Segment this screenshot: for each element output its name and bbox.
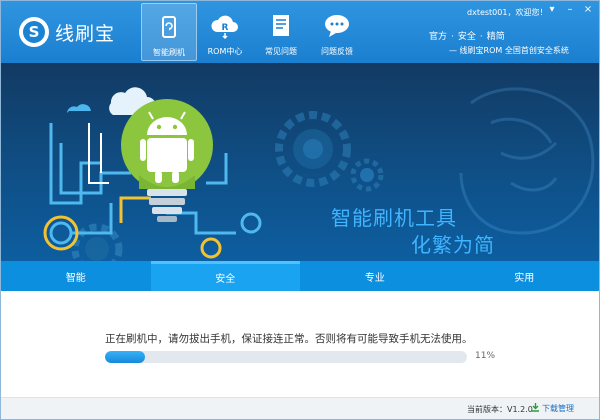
document-icon	[266, 11, 296, 41]
nav-label: 常见问题	[265, 47, 297, 56]
tab-practical[interactable]: 实用	[450, 261, 600, 291]
tab-safe[interactable]: 安全	[150, 261, 300, 291]
nav-label: 问题反馈	[321, 47, 353, 56]
menu-icon[interactable]: ▾	[547, 5, 557, 15]
close-icon[interactable]: ×	[583, 5, 593, 15]
user-greeting[interactable]: dxtest001，欢迎您！	[467, 7, 547, 18]
progress-fill	[105, 351, 145, 363]
download-label: 下载管理	[542, 404, 574, 413]
nav-item-feedback[interactable]: 问题反馈	[309, 3, 365, 61]
app-window: S 线刷宝 智能刷机 R ROM中心 常见问题 问题反馈 dxtest001，欢…	[0, 0, 600, 420]
banner-illustration	[43, 87, 595, 261]
banner-title-line2: 化繁为简	[411, 233, 495, 257]
app-name: 线刷宝	[55, 23, 116, 45]
window-controls: ▾ – ×	[547, 5, 593, 15]
nav-item-rom-center[interactable]: R ROM中心	[197, 3, 253, 61]
banner-title-line1: 智能刷机工具	[331, 206, 457, 230]
svg-text:R: R	[222, 23, 229, 33]
separator-dot: ·	[479, 32, 483, 42]
link-safe[interactable]: 安全	[458, 32, 476, 42]
nav-label: ROM中心	[207, 47, 243, 56]
flash-status-text: 正在刷机中，请勿拔出手机，保证接连正常。否则将有可能导致手机无法使用。	[105, 333, 473, 345]
title-bar: S 线刷宝 智能刷机 R ROM中心 常见问题 问题反馈 dxtest001，欢…	[1, 1, 599, 63]
app-logo-icon: S	[19, 17, 49, 47]
feature-tabs: 智能 安全 专业 实用	[1, 261, 599, 291]
brain-circuit-icon	[459, 87, 595, 235]
slogan: — 线刷宝ROM 全国首创安全系统	[449, 46, 569, 55]
status-bar: 当前版本：V1.2.0 下载管理	[1, 397, 599, 419]
circuit-lines-yellow	[43, 196, 222, 259]
progress-bar	[105, 351, 467, 363]
hero-banner: 智能刷机工具 化繁为简	[1, 63, 599, 261]
nav-item-smart-flash[interactable]: 智能刷机	[141, 3, 197, 61]
cloud-rom-icon: R	[210, 11, 240, 41]
gear-icon	[350, 158, 384, 192]
feature-links: 官方 · 安全 · 精简	[429, 29, 505, 42]
tab-smart[interactable]: 智能	[1, 261, 151, 291]
nav-label: 智能刷机	[153, 48, 185, 57]
logo-letter: S	[23, 21, 45, 43]
gear-icon	[275, 111, 351, 187]
download-manager-link[interactable]: 下载管理	[531, 403, 574, 414]
minimize-icon[interactable]: –	[565, 5, 575, 15]
link-lite[interactable]: 精简	[487, 32, 505, 42]
cloud-icon	[67, 104, 91, 113]
main-nav: 智能刷机 R ROM中心 常见问题 问题反馈	[141, 3, 365, 61]
download-icon	[531, 403, 540, 414]
nav-item-faq[interactable]: 常见问题	[253, 3, 309, 61]
link-official[interactable]: 官方	[429, 32, 447, 42]
version-label: 当前版本：V1.2.0	[467, 405, 533, 414]
separator-dot: ·	[451, 32, 454, 42]
chat-bubble-icon	[322, 11, 352, 41]
tab-pro[interactable]: 专业	[300, 261, 450, 291]
progress-percent: 11%	[475, 351, 496, 361]
refresh-phone-icon	[154, 12, 184, 42]
flash-panel: 正在刷机中，请勿拔出手机，保证接连正常。否则将有可能导致手机无法使用。 11%	[1, 291, 599, 397]
